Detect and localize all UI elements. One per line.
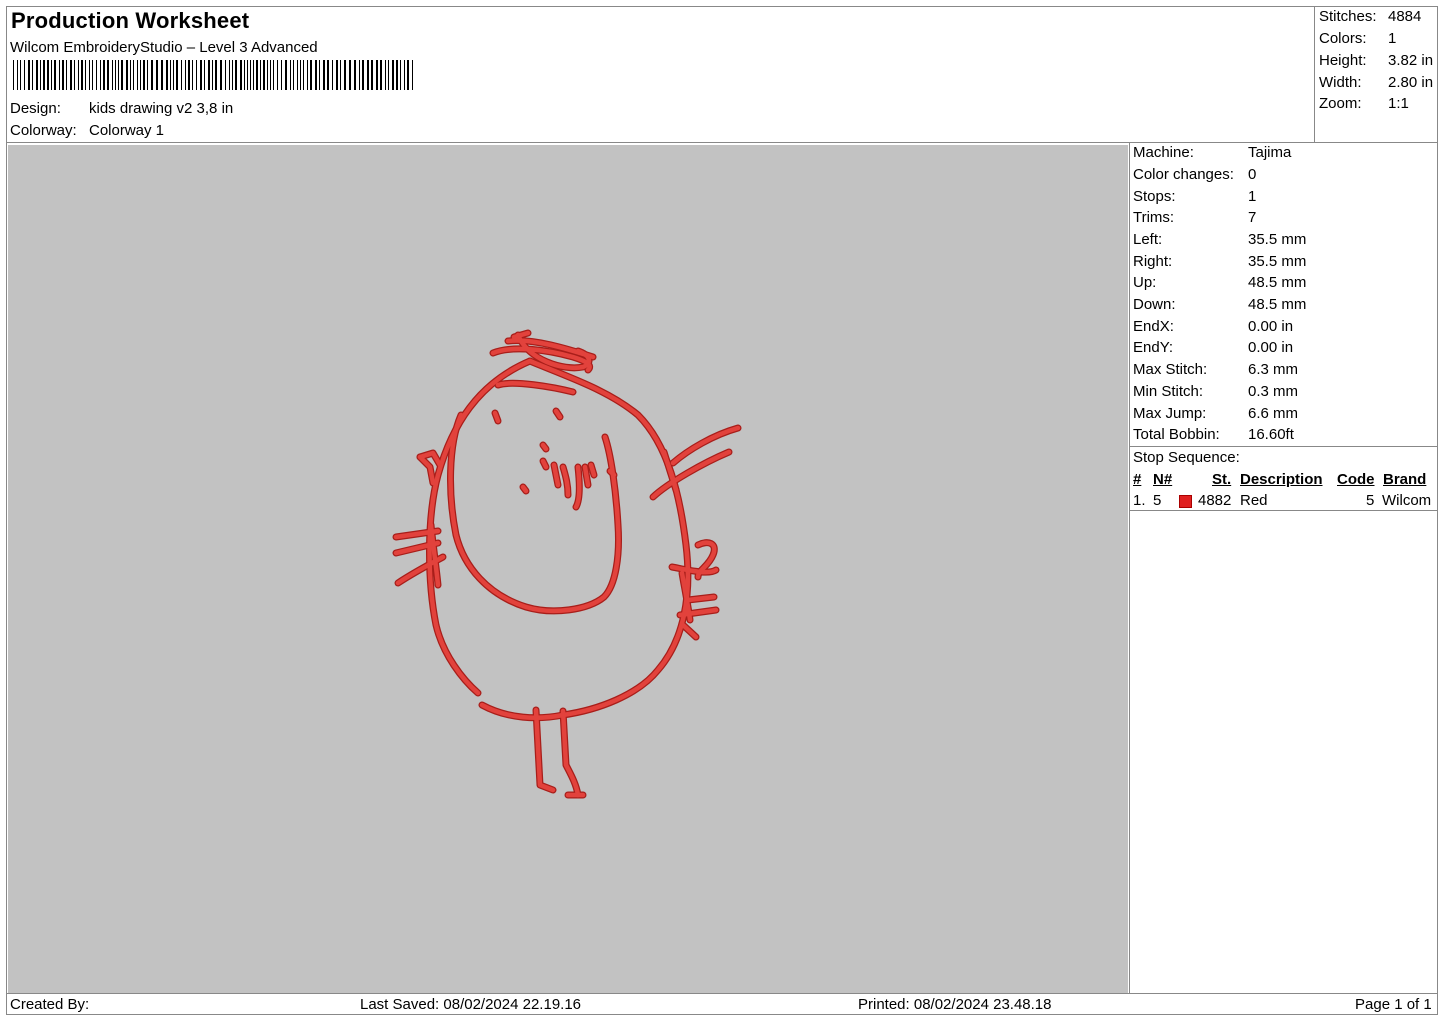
col-code: Code xyxy=(1337,471,1375,488)
summary-zoom: Zoom: 1:1 xyxy=(1319,95,1409,112)
summary-stitches: Stitches: 4884 xyxy=(1319,8,1422,25)
summary-divider xyxy=(1314,6,1315,142)
endy-row: EndY: 0.00 in xyxy=(1133,339,1294,356)
software-name: Wilcom EmbroideryStudio – Level 3 Advanc… xyxy=(10,39,318,56)
barcode xyxy=(13,60,413,90)
col-index: # xyxy=(1133,471,1142,488)
colorway-label: Colorway: xyxy=(10,122,77,139)
row-index: 1. xyxy=(1133,492,1146,509)
total-bobbin-row: Total Bobbin: 16.60ft xyxy=(1133,426,1294,443)
design-label: Design: xyxy=(10,100,61,117)
machine-row: Machine: Tajima xyxy=(1133,144,1292,161)
footer-created-by: Created By: xyxy=(10,996,90,1013)
footer-page: Page 1 of 1 xyxy=(1355,996,1432,1013)
stop-sequence-divider xyxy=(1129,446,1438,447)
trims-row: Trims: 7 xyxy=(1133,209,1257,226)
colorway-value: Colorway 1 xyxy=(89,122,165,139)
up-row: Up: 48.5 mm xyxy=(1133,274,1307,291)
max-jump-row: Max Jump: 6.6 mm xyxy=(1133,405,1299,422)
colorway-row: Colorway: Colorway 1 xyxy=(10,122,164,139)
design-preview[interactable] xyxy=(8,145,1128,993)
col-description: Description xyxy=(1240,471,1323,488)
color-changes-row: Color changes: 0 xyxy=(1133,166,1257,183)
side-panel-divider xyxy=(1129,142,1130,993)
footer-last-saved: Last Saved: 08/02/2024 22.19.16 xyxy=(360,996,582,1013)
row-needle: 5 xyxy=(1153,492,1162,509)
color-swatch xyxy=(1179,495,1192,508)
min-stitch-row: Min Stitch: 0.3 mm xyxy=(1133,383,1299,400)
col-brand: Brand xyxy=(1383,471,1427,488)
summary-width: Width: 2.80 in xyxy=(1319,74,1434,91)
row-brand: Wilcom xyxy=(1382,492,1432,509)
row-code: 5 xyxy=(1366,492,1375,509)
col-stitches: St. xyxy=(1212,471,1232,488)
embroidery-drawing xyxy=(392,329,742,799)
stop-sequence-title: Stop Sequence: xyxy=(1133,449,1240,466)
row-stitches: 4882 xyxy=(1198,492,1232,509)
footer-divider xyxy=(6,993,1438,994)
page-title: Production Worksheet xyxy=(11,8,250,33)
stops-row: Stops: 1 xyxy=(1133,188,1257,205)
max-stitch-row: Max Stitch: 6.3 mm xyxy=(1133,361,1299,378)
stop-table-header: # N# St. Description Code Brand xyxy=(1131,471,1437,491)
right-row: Right: 35.5 mm xyxy=(1133,253,1307,270)
down-row: Down: 48.5 mm xyxy=(1133,296,1307,313)
left-row: Left: 35.5 mm xyxy=(1133,231,1307,248)
col-needle: N# xyxy=(1153,471,1173,488)
endx-row: EndX: 0.00 in xyxy=(1133,318,1294,335)
table-row: 1. 5 4882 Red 5 Wilcom xyxy=(1131,492,1437,512)
design-value: kids drawing v2 3,8 in xyxy=(89,100,234,117)
header-divider xyxy=(6,142,1438,143)
summary-colors: Colors: 1 xyxy=(1319,30,1397,47)
design-row: Design: kids drawing v2 3,8 in xyxy=(10,100,233,117)
row-description: Red xyxy=(1240,492,1268,509)
footer-printed: Printed: 08/02/2024 23.48.18 xyxy=(858,996,1052,1013)
summary-height: Height: 3.82 in xyxy=(1319,52,1434,69)
